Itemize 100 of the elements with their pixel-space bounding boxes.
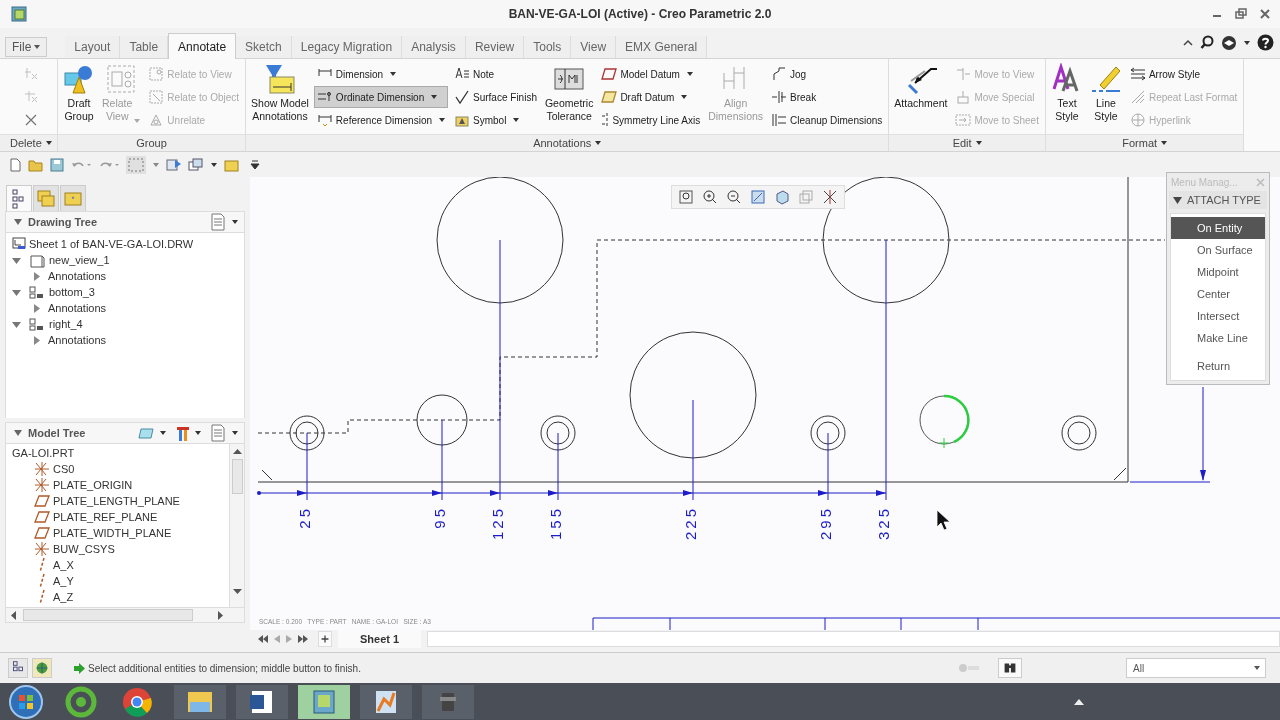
caret-icon[interactable] <box>513 118 520 122</box>
tray-arrow-icon[interactable] <box>1074 697 1084 706</box>
ribbon-button[interactable]: Attachment <box>892 63 950 110</box>
caret-icon[interactable] <box>45 141 52 145</box>
collapse-arrow-icon[interactable] <box>12 255 21 265</box>
tree-item[interactable]: A_Z <box>53 588 74 606</box>
scroll-left-icon[interactable] <box>10 610 17 620</box>
tree-item[interactable]: CS0 <box>53 460 75 478</box>
file-explorer-icon[interactable] <box>174 684 226 719</box>
expand-arrow-icon[interactable] <box>32 303 41 313</box>
scrollbar-thumb[interactable] <box>231 459 243 494</box>
ribbon-button[interactable]: Break <box>768 86 886 108</box>
ribbon-button[interactable]: Symmetry Line Axis <box>598 109 704 131</box>
menu-item[interactable]: Center <box>1171 283 1265 305</box>
ribbon-button[interactable]: Geometric Tolerance <box>542 63 596 123</box>
collapse-arrow-icon[interactable] <box>12 319 21 329</box>
customize-caret-icon[interactable] <box>250 159 260 170</box>
ribbon-button[interactable]: Surface Finish <box>451 86 540 108</box>
tree-item[interactable]: new_view_1 <box>49 251 110 269</box>
tree-item[interactable]: BUW_CSYS <box>53 540 115 558</box>
ribbon-button[interactable]: Draft Datum <box>598 86 704 108</box>
ribbon-button[interactable]: Ordinate Dimension <box>313 86 449 108</box>
save-icon[interactable] <box>50 157 64 172</box>
menu-item[interactable]: Make Line <box>1171 327 1265 349</box>
restore-icon[interactable] <box>1234 7 1248 21</box>
first-sheet-icon[interactable] <box>258 635 268 643</box>
new-file-icon[interactable] <box>8 157 22 172</box>
document-app-icon[interactable] <box>236 684 288 719</box>
search-icon[interactable] <box>1200 35 1215 50</box>
menu-item[interactable]: Intersect <box>1171 305 1265 327</box>
tree-item[interactable]: PLATE_WIDTH_PLANE <box>53 524 172 542</box>
caret-icon[interactable] <box>1243 38 1251 47</box>
tree-item[interactable]: right_4 <box>49 315 83 333</box>
scroll-down-icon[interactable] <box>232 588 242 595</box>
binoculars-icon[interactable] <box>998 658 1022 678</box>
tree-toggle-icon[interactable] <box>8 658 28 678</box>
tree-item[interactable]: GA-LOI.PRT <box>12 444 75 462</box>
selection-filter-dropdown[interactable]: All <box>1126 658 1266 678</box>
horizontal-scrollbar[interactable] <box>5 607 245 623</box>
ribbon-button[interactable]: Text Style <box>1048 63 1085 123</box>
menu-item[interactable]: On Entity <box>1171 217 1265 239</box>
group-menu[interactable]: Annotations <box>533 134 602 152</box>
caret-icon[interactable] <box>34 45 41 49</box>
tree-item[interactable]: PLATE_REF_PLANE <box>53 508 158 526</box>
ribbon-button[interactable]: Line Style <box>1087 63 1124 123</box>
ribbon-button[interactable]: Show Model Annotations <box>249 63 311 123</box>
tree-item[interactable]: PLATE_LENGTH_PLANE <box>53 492 180 510</box>
ribbon-button[interactable]: Reference Dimension <box>313 109 449 131</box>
cube-icon[interactable] <box>774 189 790 205</box>
tree-item[interactable]: Annotations <box>48 267 107 285</box>
ribbon-button[interactable]: Note <box>451 63 540 85</box>
regenerate-icon[interactable] <box>166 157 182 172</box>
menu-item[interactable]: On Surface <box>1171 239 1265 261</box>
caret-icon[interactable] <box>431 95 438 99</box>
add-sheet-icon[interactable] <box>318 631 332 647</box>
sheet-tab[interactable]: Sheet 1 <box>338 630 422 648</box>
menu-section-header[interactable]: ATTACH TYPE <box>1169 191 1267 209</box>
caret-icon[interactable] <box>1254 666 1260 670</box>
help-icon[interactable] <box>1257 34 1274 51</box>
caret-icon[interactable] <box>686 72 693 76</box>
close-icon[interactable] <box>23 112 39 128</box>
caret-icon[interactable] <box>1161 141 1168 145</box>
zoom-in-icon[interactable] <box>702 189 718 205</box>
caret-icon[interactable] <box>595 141 602 145</box>
close-icon[interactable] <box>1258 7 1272 21</box>
chart-app-icon[interactable] <box>360 684 412 719</box>
vertical-scrollbar[interactable] <box>229 444 244 607</box>
caret-icon[interactable] <box>210 160 218 169</box>
ring-app-icon[interactable] <box>64 684 98 719</box>
last-sheet-icon[interactable] <box>298 635 308 643</box>
ribbon-button[interactable]: Model Datum <box>598 63 704 85</box>
ribbon-button[interactable]: Cleanup Dimensions <box>768 109 886 131</box>
repaint-icon[interactable] <box>750 189 766 205</box>
start-button-icon[interactable] <box>8 683 44 720</box>
tree-item[interactable]: A_Y <box>53 572 74 590</box>
tree-item[interactable]: Annotations <box>48 299 107 317</box>
caret-icon[interactable] <box>975 141 982 145</box>
expand-arrow-icon[interactable] <box>32 271 41 281</box>
menu-item[interactable]: Return <box>1171 355 1265 377</box>
cad-app-icon[interactable] <box>298 684 350 719</box>
scroll-right-icon[interactable] <box>217 610 224 620</box>
ribbon-button[interactable]: Draft Group <box>61 63 97 123</box>
caret-icon[interactable] <box>390 72 397 76</box>
caret-icon[interactable] <box>159 429 167 437</box>
caret-icon[interactable] <box>231 429 239 437</box>
zoom-fit-icon[interactable] <box>678 189 694 205</box>
tree-item[interactable]: bottom_3 <box>49 283 95 301</box>
datum-off-icon[interactable] <box>822 189 838 205</box>
file-menu[interactable]: File <box>5 37 48 57</box>
tree-item[interactable]: A_X <box>53 556 74 574</box>
navigator-tab[interactable] <box>6 185 32 211</box>
menu-item[interactable]: Midpoint <box>1171 261 1265 283</box>
scrollbar-thumb[interactable] <box>23 609 193 621</box>
ribbon-tab[interactable]: Annotate <box>168 33 237 59</box>
expand-arrow-icon[interactable] <box>32 335 41 345</box>
ribbon-button[interactable]: Arrow Style <box>1126 63 1241 85</box>
ribbon-button[interactable]: Dimension <box>313 63 449 85</box>
tree-item[interactable]: PLATE_ORIGIN <box>53 476 133 494</box>
collapse-arrow-icon[interactable] <box>12 287 21 297</box>
collapse-arrow-icon[interactable] <box>14 429 22 437</box>
